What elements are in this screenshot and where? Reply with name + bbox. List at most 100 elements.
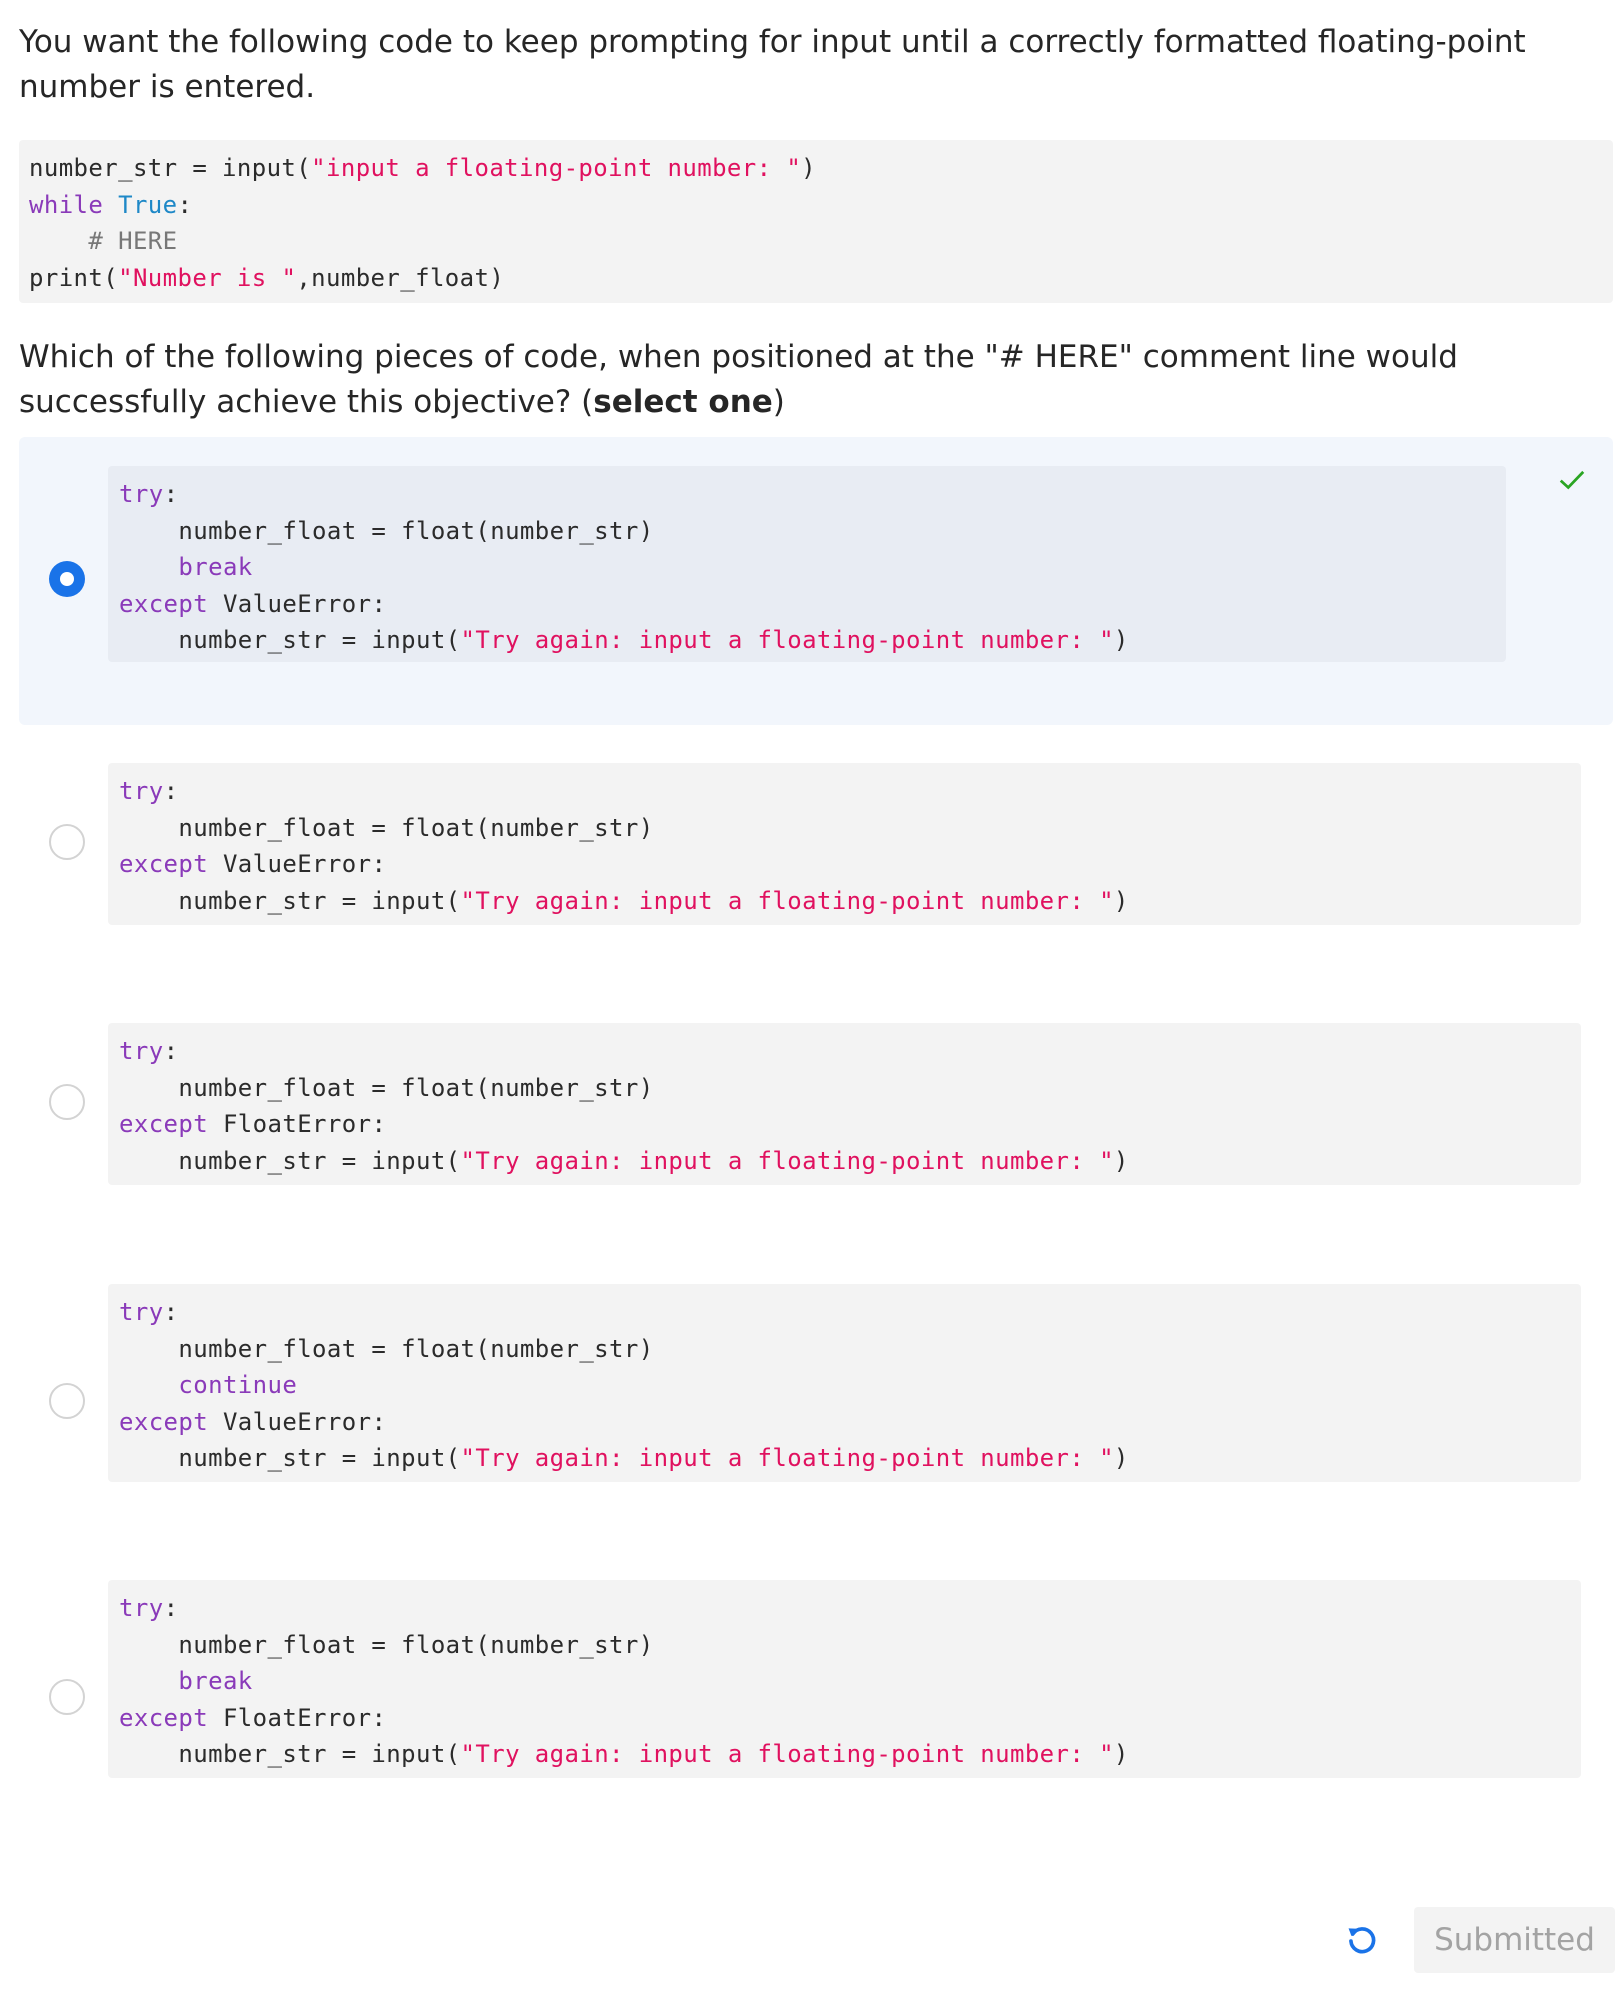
code-token: : [163,1298,179,1326]
option-code-block: try: number_float = float(number_str) br… [108,1580,1581,1778]
option-radio[interactable] [49,1084,85,1120]
option-code-block: try: number_float = float(number_str) exc… [108,763,1581,925]
code-token: ) [1113,1740,1129,1768]
code-line: try: [119,773,1570,810]
code-token: : [163,1037,179,1065]
code-token: try [119,480,164,508]
code-token: ,number_float) [296,263,505,292]
code-token: number_str = input( [119,1740,461,1768]
code-token: break [178,553,253,581]
code-token: ValueError: [208,1407,387,1436]
answer-option-1[interactable]: try: number_float = float(number_str) br… [19,437,1613,725]
code-token: try [119,777,164,805]
code-token: try [119,1037,164,1065]
code-token: ValueError: [208,589,387,618]
code-token: except [119,1703,209,1732]
code-line: except ValueError: [119,1404,1570,1441]
code-line: continue [119,1367,1570,1404]
option-radio[interactable] [49,561,85,597]
code-line: number_str = input("Try again: input a f… [119,1736,1570,1773]
code-token: number_float = float(number_str) [119,1073,654,1102]
code-line: # HERE [29,223,1603,260]
code-line: number_float = float(number_str) [119,1627,1570,1664]
code-token: FloatError: [208,1110,387,1138]
code-token: ) [1113,1146,1129,1175]
prompt-emphasis: select one [593,384,773,420]
code-line: except FloatError: [119,1106,1570,1143]
code-token: number_str = input( [29,154,312,182]
code-line: try: [119,1033,1570,1070]
option-radio[interactable] [49,1383,85,1419]
code-line: number_str = input("Try again: input a f… [119,1143,1570,1180]
code-token: number_float = float(number_str) [119,516,654,545]
code-line: except ValueError: [119,586,1495,623]
code-line: while True: [29,187,1603,224]
code-line: try: [119,1590,1570,1627]
code-token: "Try again: input a floating-point numbe… [460,1444,1114,1472]
footer-actions: Submitted [19,1907,1615,1973]
code-token: number_float = float(number_str) [119,1334,654,1363]
code-token: try [119,1298,164,1326]
code-token: ) [1113,1444,1129,1472]
code-token: number_str = input( [119,1444,461,1472]
code-token: : [163,480,179,508]
code-line: try: [119,476,1495,513]
code-token: number_str = input( [119,626,461,654]
code-token: ) [801,154,817,182]
code-token: except [119,850,209,878]
code-token: except [119,1407,209,1436]
code-line: number_float = float(number_str) [119,810,1570,847]
code-token: try [119,1594,164,1622]
code-token: : [177,190,193,219]
answer-option-4[interactable]: try: number_float = float(number_str) co… [19,1284,1613,1482]
code-token: number_float = float(number_str) [119,1630,654,1659]
option-radio[interactable] [49,1679,85,1715]
prompt-close: ) [772,384,785,420]
code-line: number_float = float(number_str) [119,1070,1570,1107]
answer-option-3[interactable]: try: number_float = float(number_str)exc… [19,1023,1613,1185]
code-token: : [163,1594,179,1622]
code-token: except [119,1110,209,1138]
code-line: number_float = float(number_str) [119,513,1495,550]
code-token: "Try again: input a floating-point numbe… [460,1740,1114,1768]
code-token: "input a floating-point number: " [311,154,802,182]
option-radio[interactable] [49,824,85,860]
code-token: FloatError: [208,1703,387,1732]
code-token: "Try again: input a floating-point numbe… [460,886,1114,915]
code-token: number_str = input( [119,1146,461,1175]
code-token: ) [1113,626,1129,654]
code-line: except ValueError: [119,846,1570,883]
submitted-button[interactable]: Submitted [1414,1907,1615,1973]
code-token: ) [1113,886,1129,915]
code-token: break [178,1667,253,1695]
code-token: while [29,190,104,219]
code-line: number_str = input("Try again: input a f… [119,622,1495,659]
option-code-block: try: number_float = float(number_str) br… [108,466,1506,662]
answer-option-2[interactable]: try: number_float = float(number_str) exc… [19,763,1613,925]
answer-option-5[interactable]: try: number_float = float(number_str) br… [19,1580,1613,1778]
question-code-block: number_str = input("input a floating-poi… [19,140,1613,303]
code-line: except FloatError: [119,1700,1570,1737]
code-token: number_str = input( [119,886,461,915]
question-intro: You want the following code to keep prom… [19,24,1526,105]
code-token: print( [29,263,119,292]
code-token: "Try again: input a floating-point numbe… [460,626,1114,654]
code-line: print("Number is ",number_float) [29,260,1603,297]
undo-icon[interactable] [1345,1922,1379,1956]
checkmark-icon [1559,470,1585,490]
option-code-block: try: number_float = float(number_str)exc… [108,1023,1581,1185]
code-token: "Try again: input a floating-point numbe… [460,1146,1114,1175]
code-line: number_str = input("input a floating-poi… [29,150,1603,187]
code-token: except [119,589,209,618]
question-prompt: Which of the following pieces of code, w… [19,335,1609,425]
code-token: True [118,190,178,219]
option-code-block: try: number_float = float(number_str) co… [108,1284,1581,1482]
code-token: "Number is " [118,263,297,292]
code-token: : [163,777,179,805]
code-line: number_str = input("Try again: input a f… [119,883,1570,920]
